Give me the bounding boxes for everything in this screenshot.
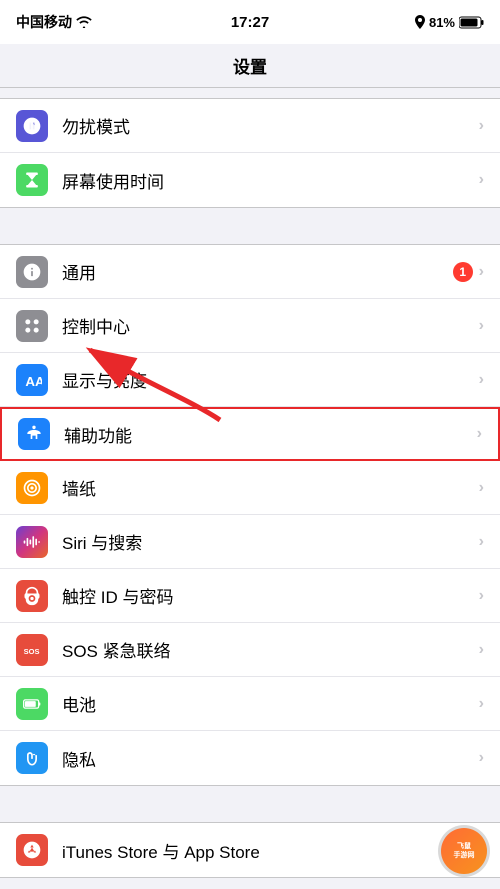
display-icon: AA [22, 370, 42, 390]
siri-chevron: › [479, 533, 484, 551]
list-item-control[interactable]: 控制中心 › [0, 299, 500, 353]
carrier-text: 中国移动 [16, 12, 72, 32]
watermark-logo: 飞鼠手游网 [441, 828, 487, 874]
screentime-icon-bg [16, 164, 48, 196]
access-chevron: › [477, 425, 482, 443]
list-item-access[interactable]: 辅助功能 › [0, 407, 500, 461]
battery-label: 电池 [62, 691, 479, 716]
section-dnd-screentime: 勿扰模式 › 屏幕使用时间 › [0, 98, 500, 208]
screentime-icon [22, 170, 42, 190]
battery-icon-bg [16, 688, 48, 720]
privacy-icon-bg [16, 742, 48, 774]
list-item-siri[interactable]: Siri 与搜索 › [0, 515, 500, 569]
touchid-label: 触控 ID 与密码 [62, 583, 479, 608]
status-right: 81% [415, 15, 484, 30]
list-item-touchid[interactable]: 触控 ID 与密码 › [0, 569, 500, 623]
dnd-chevron: › [479, 117, 484, 135]
privacy-label: 隐私 [62, 746, 479, 771]
status-left: 中国移动 [16, 12, 92, 32]
control-icon-bg [16, 310, 48, 342]
status-time: 17:27 [231, 14, 269, 31]
list-item-itunes[interactable]: iTunes Store 与 App Store › [0, 823, 500, 877]
touchid-icon-bg [16, 580, 48, 612]
display-icon-bg: AA [16, 364, 48, 396]
touchid-chevron: › [479, 587, 484, 605]
sos-icon: SOS [22, 640, 42, 660]
itunes-icon [22, 840, 42, 860]
control-icon [22, 316, 42, 336]
dnd-icon [22, 116, 42, 136]
control-label: 控制中心 [62, 313, 479, 338]
list-item-screentime[interactable]: 屏幕使用时间 › [0, 153, 500, 207]
list-item-display[interactable]: AA 显示与亮度 › [0, 353, 500, 407]
section-itunes: iTunes Store 与 App Store › [0, 822, 500, 878]
page-title: 设置 [233, 53, 267, 78]
section-main: 通用 1 › 控制中心 › AA 显示与亮度 [0, 244, 500, 786]
nav-header: 设置 [0, 44, 500, 88]
screentime-chevron: › [479, 171, 484, 189]
list-section2: 通用 1 › 控制中心 › AA 显示与亮度 [0, 244, 500, 786]
svg-text:SOS: SOS [24, 647, 40, 656]
battery-icon [459, 16, 484, 29]
wallpaper-icon [22, 478, 42, 498]
itunes-label: iTunes Store 与 App Store [62, 838, 479, 863]
access-icon-bg [18, 418, 50, 450]
dnd-icon-bg [16, 110, 48, 142]
battery-text: 81% [429, 15, 455, 30]
siri-icon-bg [16, 526, 48, 558]
dnd-label: 勿扰模式 [62, 113, 479, 138]
general-label: 通用 [62, 259, 453, 284]
screentime-label: 屏幕使用时间 [62, 168, 479, 193]
access-label: 辅助功能 [64, 422, 477, 447]
display-chevron: › [479, 371, 484, 389]
status-bar: 中国移动 17:27 81% [0, 0, 500, 44]
general-icon [22, 262, 42, 282]
sos-icon-bg: SOS [16, 634, 48, 666]
list-item-general[interactable]: 通用 1 › [0, 245, 500, 299]
touchid-icon [22, 586, 42, 606]
wallpaper-label: 墙纸 [62, 475, 479, 500]
siri-icon [22, 532, 42, 552]
general-chevron: › [479, 263, 484, 281]
general-badge: 1 [453, 262, 473, 282]
access-icon [24, 424, 44, 444]
wifi-icon [76, 16, 92, 28]
watermark: 飞鼠手游网 [438, 825, 490, 877]
control-chevron: › [479, 317, 484, 335]
sos-chevron: › [479, 641, 484, 659]
svg-text:AA: AA [25, 373, 42, 388]
privacy-chevron: › [479, 749, 484, 767]
battery-setting-icon [22, 694, 42, 714]
list-item-sos[interactable]: SOS SOS 紧急联络 › [0, 623, 500, 677]
general-icon-bg [16, 256, 48, 288]
list-section3: iTunes Store 与 App Store › [0, 822, 500, 878]
list-item-privacy[interactable]: 隐私 › [0, 731, 500, 785]
list-item-battery[interactable]: 电池 › [0, 677, 500, 731]
list-section1: 勿扰模式 › 屏幕使用时间 › [0, 98, 500, 208]
siri-label: Siri 与搜索 [62, 529, 479, 554]
itunes-icon-bg [16, 834, 48, 866]
wallpaper-chevron: › [479, 479, 484, 497]
display-label: 显示与亮度 [62, 367, 479, 392]
privacy-icon [22, 748, 42, 768]
sos-label: SOS 紧急联络 [62, 637, 479, 662]
battery-chevron: › [479, 695, 484, 713]
list-item-dnd[interactable]: 勿扰模式 › [0, 99, 500, 153]
list-item-wallpaper[interactable]: 墙纸 › [0, 461, 500, 515]
wallpaper-icon-bg [16, 472, 48, 504]
location-icon [415, 15, 425, 29]
